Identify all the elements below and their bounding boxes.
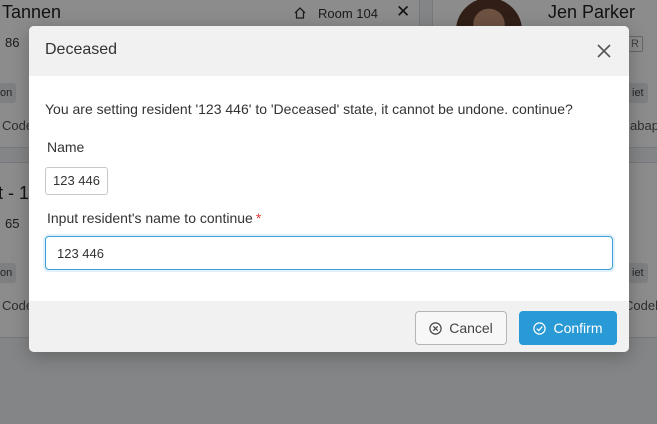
circle-check-icon bbox=[533, 321, 547, 335]
name-label: Name bbox=[47, 139, 85, 155]
required-mark: * bbox=[255, 210, 262, 226]
confirm-button[interactable]: Confirm bbox=[519, 311, 617, 345]
confirm-label: Confirm bbox=[553, 320, 603, 336]
cancel-button[interactable]: Cancel bbox=[415, 311, 507, 345]
deceased-dialog: Deceased You are setting resident '123 4… bbox=[29, 26, 629, 352]
circle-x-icon bbox=[429, 321, 442, 335]
resident-name-value: 123 446 bbox=[45, 167, 108, 195]
dialog-title: Deceased bbox=[45, 41, 118, 58]
confirm-name-label: Input resident's name to continue * bbox=[47, 210, 261, 226]
confirm-name-label-text: Input resident's name to continue bbox=[47, 210, 253, 226]
cancel-label: Cancel bbox=[449, 320, 493, 336]
dialog-header: Deceased bbox=[29, 26, 629, 76]
warning-message: You are setting resident '123 446' to 'D… bbox=[45, 101, 573, 117]
dialog-footer: Cancel Confirm bbox=[29, 301, 629, 352]
close-icon[interactable] bbox=[595, 42, 613, 60]
confirm-name-input[interactable] bbox=[45, 236, 613, 270]
